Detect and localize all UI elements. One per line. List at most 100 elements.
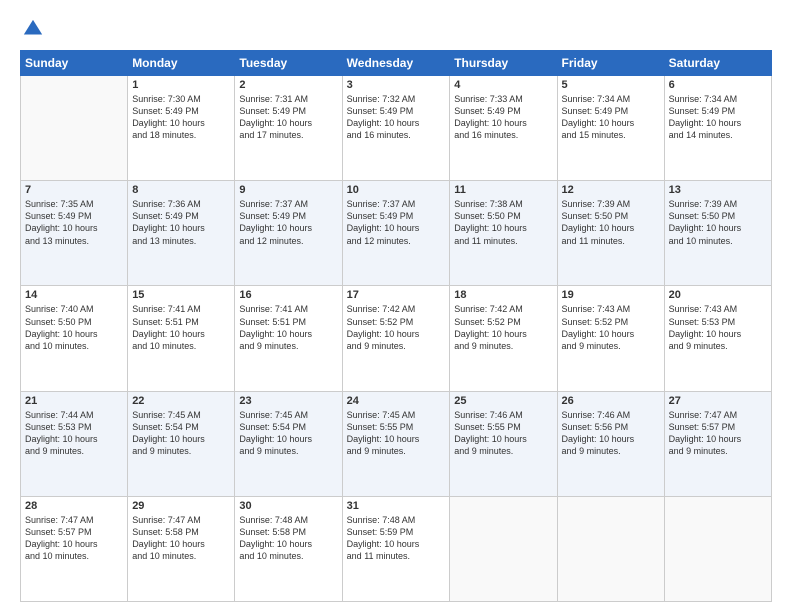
calendar-cell: 27 Sunrise: 7:47 AM Sunset: 5:57 PM Dayli… — [664, 391, 771, 496]
day-header-monday: Monday — [128, 51, 235, 76]
day-info: Sunrise: 7:34 AM Sunset: 5:49 PM Dayligh… — [562, 93, 660, 142]
day-number: 10 — [347, 184, 446, 196]
day-number: 12 — [562, 184, 660, 196]
day-info: Sunrise: 7:30 AM Sunset: 5:49 PM Dayligh… — [132, 93, 230, 142]
calendar-cell: 9 Sunrise: 7:37 AM Sunset: 5:49 PM Daylig… — [235, 181, 342, 286]
day-info: Sunrise: 7:45 AM Sunset: 5:55 PM Dayligh… — [347, 409, 446, 458]
day-number: 4 — [454, 79, 552, 91]
calendar-cell: 21 Sunrise: 7:44 AM Sunset: 5:53 PM Dayli… — [21, 391, 128, 496]
day-info: Sunrise: 7:46 AM Sunset: 5:56 PM Dayligh… — [562, 409, 660, 458]
day-number: 29 — [132, 500, 230, 512]
day-number: 31 — [347, 500, 446, 512]
day-info: Sunrise: 7:48 AM Sunset: 5:59 PM Dayligh… — [347, 514, 446, 563]
day-number: 17 — [347, 289, 446, 301]
calendar-cell: 13 Sunrise: 7:39 AM Sunset: 5:50 PM Dayli… — [664, 181, 771, 286]
calendar-cell: 16 Sunrise: 7:41 AM Sunset: 5:51 PM Dayli… — [235, 286, 342, 391]
day-number: 13 — [669, 184, 767, 196]
calendar-cell: 15Sunrise: 7:41 AM Sunset: 5:51 PM Dayli… — [128, 286, 235, 391]
day-info: Sunrise: 7:48 AM Sunset: 5:58 PM Dayligh… — [239, 514, 337, 563]
day-info: Sunrise: 7:43 AM Sunset: 5:53 PM Dayligh… — [669, 303, 767, 352]
day-info: Sunrise: 7:45 AM Sunset: 5:54 PM Dayligh… — [132, 409, 230, 458]
calendar-cell: 2 Sunrise: 7:31 AM Sunset: 5:49 PM Daylig… — [235, 76, 342, 181]
calendar-table: SundayMondayTuesdayWednesdayThursdayFrid… — [20, 50, 772, 602]
day-info: Sunrise: 7:33 AM Sunset: 5:49 PM Dayligh… — [454, 93, 552, 142]
day-number: 28 — [25, 500, 123, 512]
calendar-cell: 14Sunrise: 7:40 AM Sunset: 5:50 PM Dayli… — [21, 286, 128, 391]
day-header-tuesday: Tuesday — [235, 51, 342, 76]
day-header-sunday: Sunday — [21, 51, 128, 76]
day-number: 8 — [132, 184, 230, 196]
day-info: Sunrise: 7:42 AM Sunset: 5:52 PM Dayligh… — [454, 303, 552, 352]
calendar-cell: 11 Sunrise: 7:38 AM Sunset: 5:50 PM Dayli… — [450, 181, 557, 286]
day-number: 16 — [239, 289, 337, 301]
logo — [20, 18, 44, 40]
calendar-cell: 23Sunrise: 7:45 AM Sunset: 5:54 PM Dayli… — [235, 391, 342, 496]
header — [20, 18, 772, 40]
calendar-cell — [557, 496, 664, 601]
day-info: Sunrise: 7:39 AM Sunset: 5:50 PM Dayligh… — [562, 198, 660, 247]
day-info: Sunrise: 7:39 AM Sunset: 5:50 PM Dayligh… — [669, 198, 767, 247]
calendar-cell: 12 Sunrise: 7:39 AM Sunset: 5:50 PM Dayli… — [557, 181, 664, 286]
day-number: 7 — [25, 184, 123, 196]
calendar-cell: 26 Sunrise: 7:46 AM Sunset: 5:56 PM Dayli… — [557, 391, 664, 496]
day-header-saturday: Saturday — [664, 51, 771, 76]
day-info: Sunrise: 7:41 AM Sunset: 5:51 PM Dayligh… — [239, 303, 337, 352]
day-info: Sunrise: 7:37 AM Sunset: 5:49 PM Dayligh… — [239, 198, 337, 247]
day-info: Sunrise: 7:42 AM Sunset: 5:52 PM Dayligh… — [347, 303, 446, 352]
day-info: Sunrise: 7:44 AM Sunset: 5:53 PM Dayligh… — [25, 409, 123, 458]
calendar-cell — [21, 76, 128, 181]
calendar-cell: 30 Sunrise: 7:48 AM Sunset: 5:58 PM Dayli… — [235, 496, 342, 601]
calendar-cell: 5 Sunrise: 7:34 AM Sunset: 5:49 PM Daylig… — [557, 76, 664, 181]
day-header-thursday: Thursday — [450, 51, 557, 76]
day-number: 24 — [347, 395, 446, 407]
day-info: Sunrise: 7:46 AM Sunset: 5:55 PM Dayligh… — [454, 409, 552, 458]
day-info: Sunrise: 7:43 AM Sunset: 5:52 PM Dayligh… — [562, 303, 660, 352]
day-number: 22 — [132, 395, 230, 407]
calendar-cell: 25 Sunrise: 7:46 AM Sunset: 5:55 PM Dayli… — [450, 391, 557, 496]
calendar-cell: 7 Sunrise: 7:35 AM Sunset: 5:49 PM Daylig… — [21, 181, 128, 286]
day-info: Sunrise: 7:38 AM Sunset: 5:50 PM Dayligh… — [454, 198, 552, 247]
day-number: 21 — [25, 395, 123, 407]
calendar-cell: 29Sunrise: 7:47 AM Sunset: 5:58 PM Dayli… — [128, 496, 235, 601]
calendar-cell: 22 Sunrise: 7:45 AM Sunset: 5:54 PM Dayli… — [128, 391, 235, 496]
calendar-cell: 8 Sunrise: 7:36 AM Sunset: 5:49 PM Daylig… — [128, 181, 235, 286]
day-number: 23 — [239, 395, 337, 407]
day-number: 3 — [347, 79, 446, 91]
day-info: Sunrise: 7:31 AM Sunset: 5:49 PM Dayligh… — [239, 93, 337, 142]
day-number: 1 — [132, 79, 230, 91]
day-info: Sunrise: 7:34 AM Sunset: 5:49 PM Dayligh… — [669, 93, 767, 142]
calendar-cell: 24 Sunrise: 7:45 AM Sunset: 5:55 PM Dayli… — [342, 391, 450, 496]
calendar-cell: 31 Sunrise: 7:48 AM Sunset: 5:59 PM Dayli… — [342, 496, 450, 601]
logo-icon — [22, 18, 44, 40]
day-info: Sunrise: 7:37 AM Sunset: 5:49 PM Dayligh… — [347, 198, 446, 247]
logo-text — [20, 18, 44, 40]
day-header-friday: Friday — [557, 51, 664, 76]
day-number: 27 — [669, 395, 767, 407]
calendar-cell: 17 Sunrise: 7:42 AM Sunset: 5:52 PM Dayli… — [342, 286, 450, 391]
day-number: 30 — [239, 500, 337, 512]
day-info: Sunrise: 7:32 AM Sunset: 5:49 PM Dayligh… — [347, 93, 446, 142]
calendar-cell — [664, 496, 771, 601]
calendar-cell: 20Sunrise: 7:43 AM Sunset: 5:53 PM Dayli… — [664, 286, 771, 391]
day-info: Sunrise: 7:47 AM Sunset: 5:57 PM Dayligh… — [25, 514, 123, 563]
day-number: 5 — [562, 79, 660, 91]
calendar-cell: 6Sunrise: 7:34 AM Sunset: 5:49 PM Daylig… — [664, 76, 771, 181]
day-number: 11 — [454, 184, 552, 196]
day-number: 25 — [454, 395, 552, 407]
calendar-cell: 18 Sunrise: 7:42 AM Sunset: 5:52 PM Dayli… — [450, 286, 557, 391]
day-info: Sunrise: 7:41 AM Sunset: 5:51 PM Dayligh… — [132, 303, 230, 352]
calendar-cell: 1 Sunrise: 7:30 AM Sunset: 5:49 PM Daylig… — [128, 76, 235, 181]
calendar-cell: 28 Sunrise: 7:47 AM Sunset: 5:57 PM Dayli… — [21, 496, 128, 601]
day-number: 9 — [239, 184, 337, 196]
day-number: 26 — [562, 395, 660, 407]
calendar-cell: 10 Sunrise: 7:37 AM Sunset: 5:49 PM Dayli… — [342, 181, 450, 286]
day-info: Sunrise: 7:36 AM Sunset: 5:49 PM Dayligh… — [132, 198, 230, 247]
day-number: 18 — [454, 289, 552, 301]
day-info: Sunrise: 7:35 AM Sunset: 5:49 PM Dayligh… — [25, 198, 123, 247]
day-number: 19 — [562, 289, 660, 301]
day-number: 2 — [239, 79, 337, 91]
day-info: Sunrise: 7:47 AM Sunset: 5:57 PM Dayligh… — [669, 409, 767, 458]
calendar-cell: 19 Sunrise: 7:43 AM Sunset: 5:52 PM Dayli… — [557, 286, 664, 391]
day-header-wednesday: Wednesday — [342, 51, 450, 76]
calendar-cell — [450, 496, 557, 601]
